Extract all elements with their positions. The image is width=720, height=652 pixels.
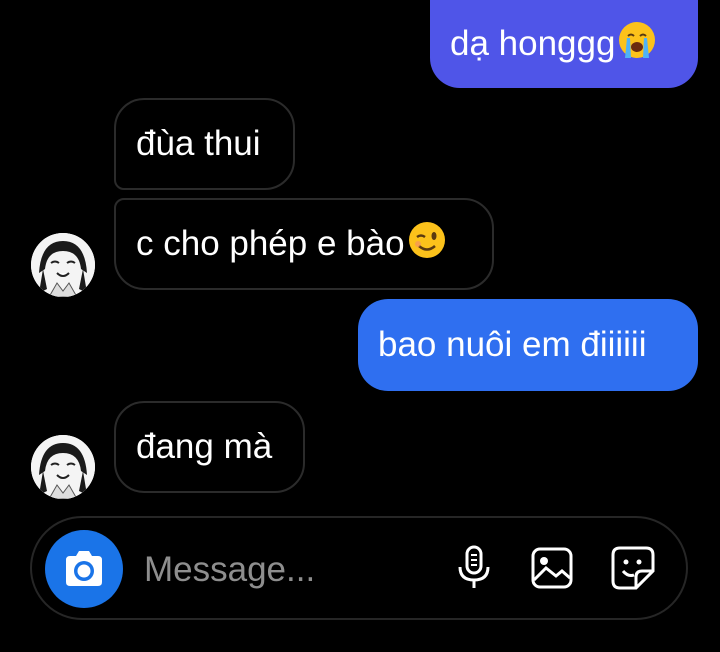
gallery-button[interactable]: [528, 544, 576, 592]
message-bubble-incoming[interactable]: c cho phép e bào: [114, 198, 494, 290]
message-text: dạ honggg: [450, 24, 616, 63]
microphone-button[interactable]: [450, 544, 498, 592]
message-text: đang mà: [136, 427, 273, 466]
winking-face-emoji-icon: [407, 220, 447, 269]
message-bubble-outgoing[interactable]: bao nuôi em điiiiii: [358, 299, 698, 391]
camera-icon: [66, 551, 102, 586]
message-bubble-incoming[interactable]: đang mà: [114, 401, 305, 493]
contact-avatar[interactable]: [31, 233, 95, 297]
sticker-button[interactable]: [609, 544, 657, 592]
message-input[interactable]: [144, 548, 424, 592]
contact-avatar[interactable]: [31, 435, 95, 499]
crying-face-emoji-icon: [617, 20, 657, 69]
microphone-icon: [458, 545, 490, 588]
avatar-image: [31, 435, 95, 499]
message-text: đùa thui: [136, 124, 261, 163]
camera-button[interactable]: [45, 530, 123, 608]
message-bubble-incoming[interactable]: đùa thui: [114, 98, 295, 190]
message-composer: [30, 516, 688, 620]
sticker-icon: [611, 546, 655, 590]
image-gallery-icon: [531, 547, 573, 589]
avatar-image: [31, 233, 95, 297]
message-text: bao nuôi em điiiiii: [378, 325, 647, 364]
message-text: c cho phép e bào: [136, 224, 405, 263]
message-bubble-outgoing[interactable]: dạ honggg: [430, 0, 698, 88]
